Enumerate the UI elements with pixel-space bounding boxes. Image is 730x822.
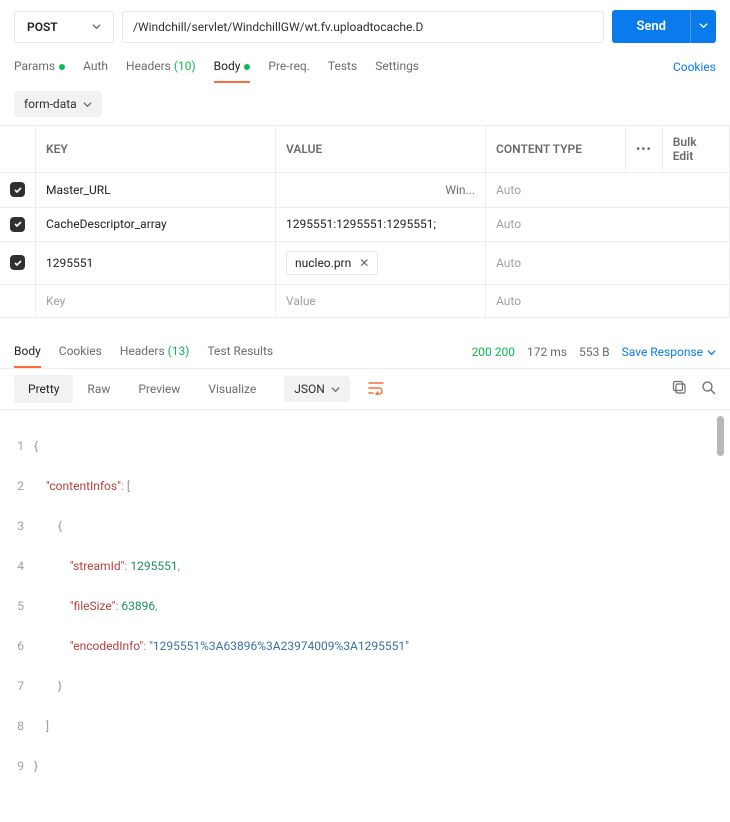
active-dot-icon	[59, 64, 65, 70]
http-method-select[interactable]: POST	[14, 11, 114, 43]
cell-value[interactable]: nucleo.prn ✕	[276, 242, 486, 285]
brace: {	[34, 436, 38, 456]
cell-key-placeholder[interactable]: Key	[36, 285, 276, 318]
resp-tab-body[interactable]: Body	[14, 336, 41, 368]
row-checkbox[interactable]	[10, 255, 25, 270]
wrap-icon	[368, 381, 384, 395]
copy-button[interactable]	[672, 380, 687, 398]
search-icon	[701, 380, 716, 395]
bracket: ]	[46, 716, 49, 736]
cookies-link[interactable]: Cookies	[673, 60, 716, 74]
header-content-type: CONTENT TYPE	[486, 126, 626, 173]
cell-key[interactable]: 1295551	[36, 242, 276, 285]
json-key: "fileSize"	[70, 596, 116, 616]
json-string: "1295551%3A63896%3A23974009%3A1295551"	[149, 636, 409, 656]
tab-prereq[interactable]: Pre-req.	[268, 51, 310, 83]
http-method-label: POST	[27, 20, 58, 34]
count-badge: (13)	[168, 344, 190, 358]
chevron-down-icon	[707, 348, 716, 357]
file-name: nucleo.prn	[295, 256, 351, 270]
response-size: 553 B	[579, 345, 610, 359]
url-input[interactable]: /Windchill/servlet/WindchillGW/wt.fv.upl…	[122, 11, 604, 43]
scrollbar-thumb[interactable]	[717, 416, 724, 456]
view-preview[interactable]: Preview	[124, 375, 194, 403]
chevron-down-icon	[92, 22, 101, 31]
json-number: 63896	[121, 596, 155, 616]
send-button[interactable]: Send	[612, 10, 690, 43]
cell-value-placeholder[interactable]: Value	[276, 285, 486, 318]
tab-label: Headers	[126, 59, 171, 73]
cell-ct-placeholder[interactable]: Auto	[486, 285, 730, 318]
table-row-empty: Key Value Auto	[0, 285, 730, 318]
count-badge: (10)	[174, 59, 196, 73]
tab-label: Body	[214, 59, 241, 73]
resp-tab-cookies[interactable]: Cookies	[59, 336, 102, 368]
tab-headers[interactable]: Headers (10)	[126, 51, 196, 83]
view-pretty[interactable]: Pretty	[14, 375, 73, 403]
body-type-select[interactable]: form-data	[14, 91, 102, 117]
active-dot-icon	[244, 64, 250, 70]
tab-tests[interactable]: Tests	[328, 51, 357, 83]
brace: }	[34, 756, 38, 776]
table-row: 1295551 nucleo.prn ✕ Auto	[0, 242, 730, 285]
form-data-table: KEY VALUE CONTENT TYPE ••• Bulk Edit Mas…	[0, 125, 730, 318]
brace: {	[58, 516, 62, 536]
view-mode-segment: Pretty Raw Preview Visualize	[14, 375, 270, 403]
tab-params[interactable]: Params	[14, 51, 65, 83]
brace: }	[58, 676, 62, 696]
chevron-down-icon	[699, 21, 708, 30]
bulk-edit-button[interactable]: Bulk Edit	[662, 126, 729, 173]
row-checkbox[interactable]	[10, 217, 25, 232]
truncated-value: Win...	[445, 183, 475, 197]
view-raw[interactable]: Raw	[73, 375, 124, 403]
status-code: 200 200	[472, 345, 515, 359]
language-label: JSON	[294, 382, 325, 396]
save-response-button[interactable]: Save Response	[622, 345, 716, 359]
tab-label: Headers	[120, 344, 165, 358]
remove-file-icon[interactable]: ✕	[359, 256, 369, 270]
json-key: "streamId"	[70, 556, 125, 576]
file-chip[interactable]: nucleo.prn ✕	[286, 251, 378, 275]
search-button[interactable]	[701, 380, 716, 398]
cell-value[interactable]: 1295551:1295551:1295551;	[276, 207, 486, 242]
response-body-code[interactable]: 1{ 2 "contentInfos": [ 3 { 4 "streamId":…	[0, 410, 730, 822]
tab-auth[interactable]: Auth	[83, 51, 108, 83]
json-key: "contentInfos"	[46, 476, 121, 496]
table-row: CacheDescriptor_array 1295551:1295551:12…	[0, 207, 730, 242]
send-options-button[interactable]	[690, 10, 716, 43]
tab-body[interactable]: Body	[214, 51, 251, 83]
json-key: "encodedInfo"	[70, 636, 143, 656]
body-type-label: form-data	[24, 97, 77, 111]
language-select[interactable]: JSON	[284, 376, 350, 402]
header-checkbox-col	[0, 126, 36, 173]
cell-content-type[interactable]: Auto	[486, 207, 730, 242]
cell-content-type[interactable]: Auto	[486, 242, 730, 285]
resp-tab-headers[interactable]: Headers (13)	[120, 336, 190, 368]
cell-key[interactable]: Master_URL	[36, 173, 276, 208]
column-options-button[interactable]: •••	[626, 126, 663, 173]
header-key: KEY	[36, 126, 276, 173]
wrap-lines-button[interactable]	[362, 376, 390, 403]
resp-tab-tests[interactable]: Test Results	[207, 336, 273, 368]
tab-label: Params	[14, 59, 55, 73]
cell-content-type[interactable]: Auto	[486, 173, 730, 208]
view-visualize[interactable]: Visualize	[194, 375, 270, 403]
header-value: VALUE	[276, 126, 486, 173]
tab-settings[interactable]: Settings	[375, 51, 419, 83]
response-time: 172 ms	[527, 345, 567, 359]
cell-key[interactable]: CacheDescriptor_array	[36, 207, 276, 242]
json-number: 1295551	[130, 556, 177, 576]
copy-icon	[672, 380, 687, 395]
table-row: Master_URL Win... Auto	[0, 173, 730, 208]
cell-value[interactable]: Win...	[276, 173, 486, 208]
chevron-down-icon	[331, 385, 340, 394]
row-checkbox[interactable]	[10, 182, 25, 197]
chevron-down-icon	[83, 100, 92, 109]
